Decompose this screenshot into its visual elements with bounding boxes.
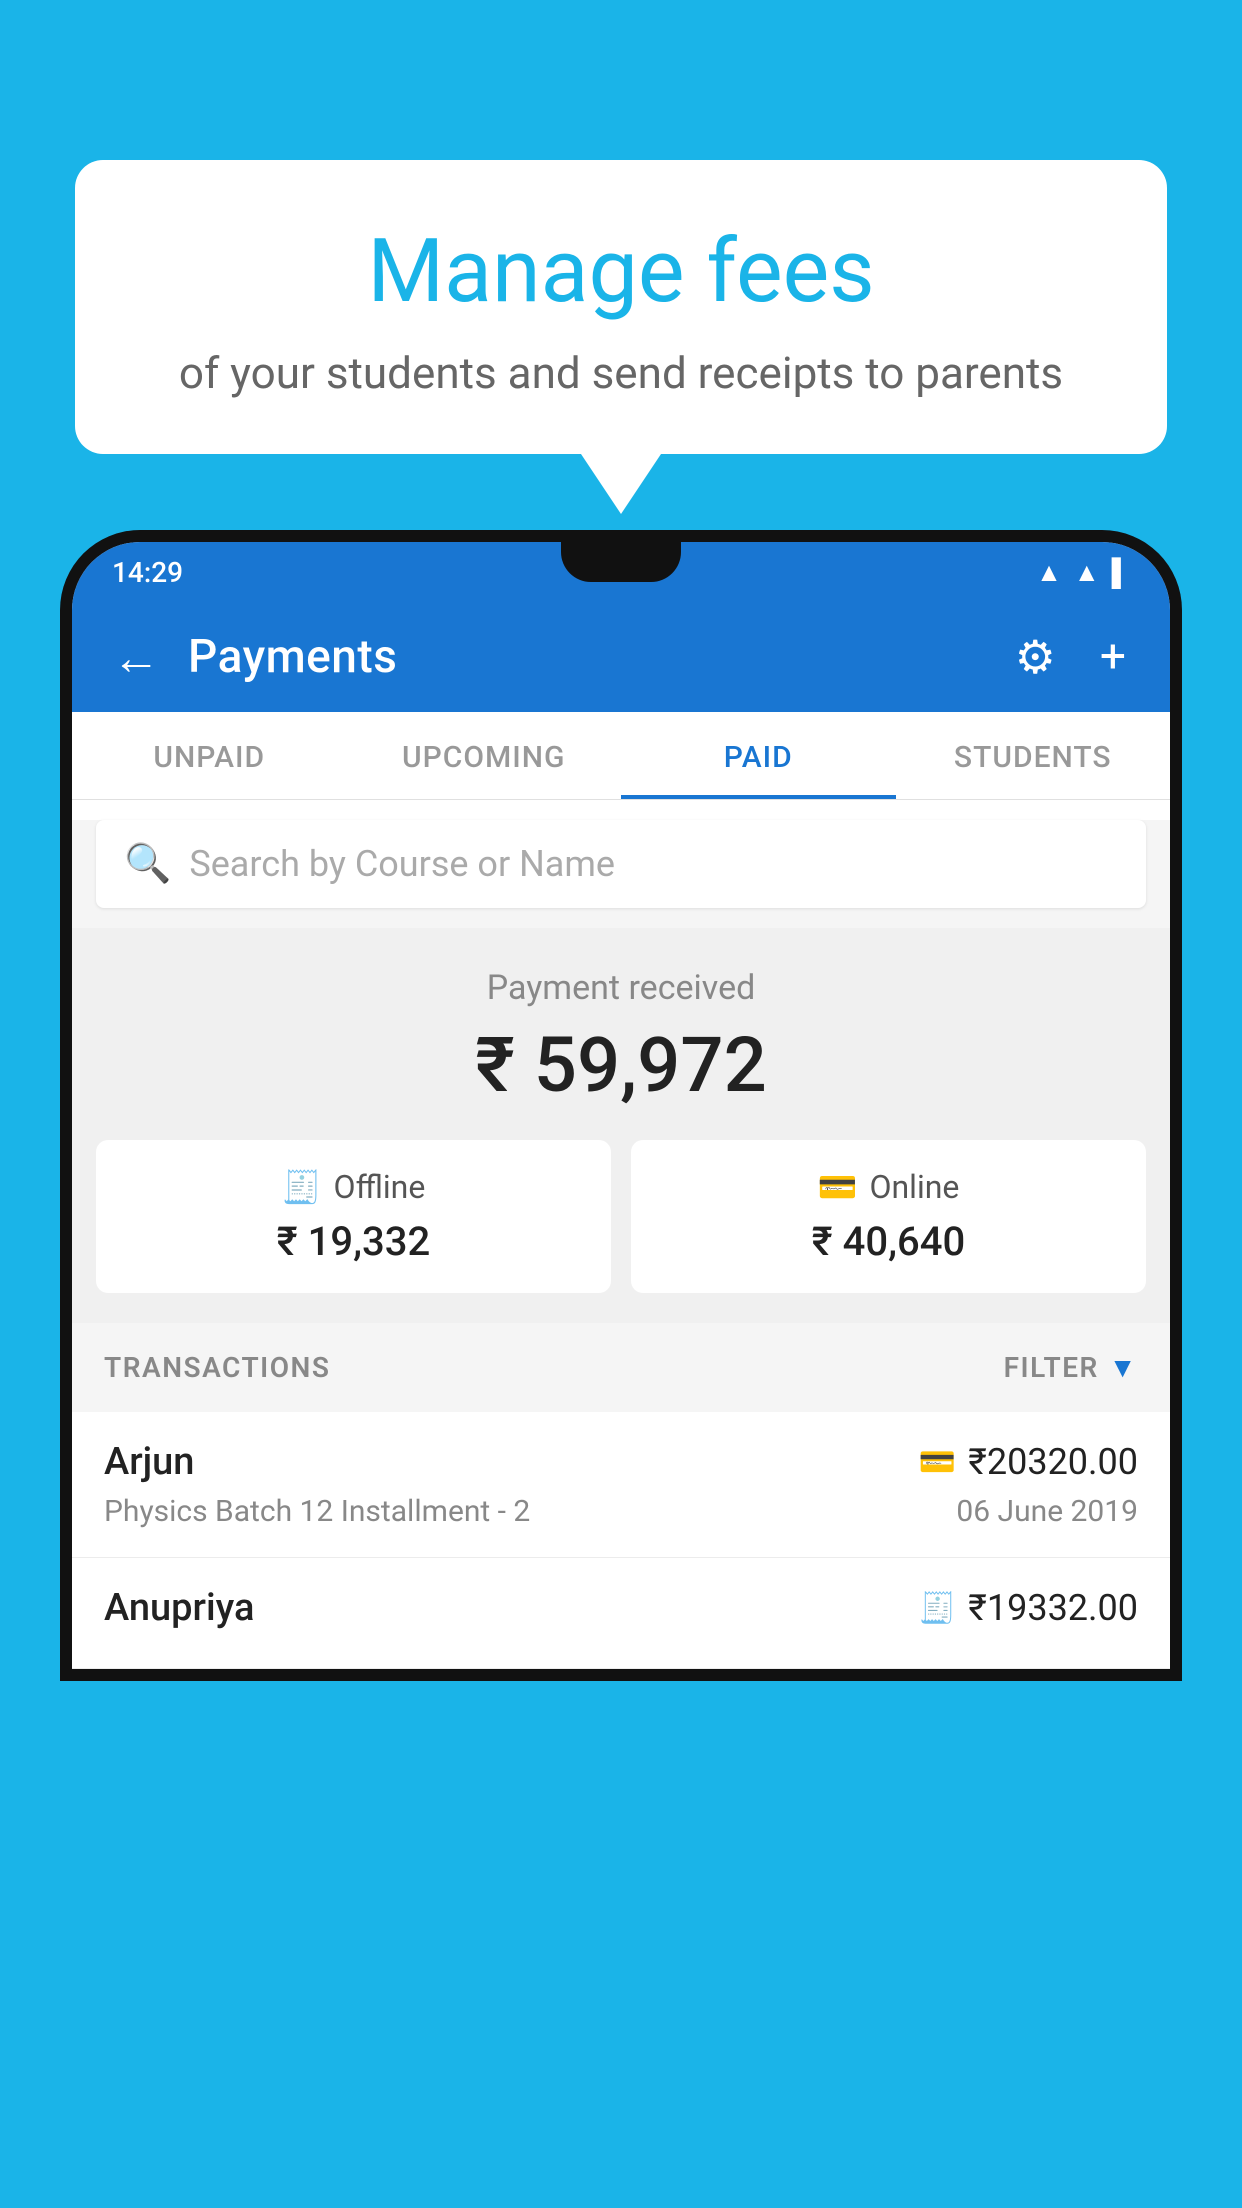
tab-paid[interactable]: PAID [621,712,896,799]
wifi-icon: ▲ [1036,557,1062,588]
search-placeholder-text: Search by Course or Name [189,843,615,885]
tab-unpaid[interactable]: UNPAID [72,712,347,799]
offline-icon: 🧾 [282,1168,322,1206]
online-label: Online [869,1168,959,1206]
transaction-bottom: Physics Batch 12 Installment - 2 06 June… [104,1494,1138,1529]
filter-button[interactable]: FILTER ▼ [1004,1351,1138,1384]
online-amount: ₹ 40,640 [655,1218,1122,1265]
payment-received-section: Payment received ₹ 59,972 🧾 Offline ₹ 19… [72,928,1170,1323]
payment-cards: 🧾 Offline ₹ 19,332 💳 Online ₹ 40,640 [96,1140,1146,1293]
offline-label: Offline [334,1168,426,1206]
online-payment-card: 💳 Online ₹ 40,640 [631,1140,1146,1293]
transaction-amount: ₹20320.00 [968,1441,1138,1483]
transaction-payment-icon: 💳 [919,1445,956,1480]
phone-container: 14:29 ▲ ▲ ▌ ← Payments ⚙ + UNPAID UPCOMI… [60,530,1182,2208]
speech-bubble-container: Manage fees of your students and send re… [75,160,1167,514]
signal-icon: ▲ [1074,557,1100,588]
back-button[interactable]: ← [104,621,168,694]
phone-screen: 14:29 ▲ ▲ ▌ ← Payments ⚙ + UNPAID UPCOMI… [72,542,1170,1669]
settings-button[interactable]: ⚙ [1003,622,1068,693]
tab-upcoming[interactable]: UPCOMING [347,712,622,799]
offline-card-header: 🧾 Offline [120,1168,587,1206]
notch [561,542,681,582]
transactions-header: TRANSACTIONS FILTER ▼ [72,1323,1170,1412]
filter-label: FILTER [1004,1351,1099,1384]
transaction-name: Anupriya [104,1586,254,1630]
tabs-container: UNPAID UPCOMING PAID STUDENTS [72,712,1170,800]
payment-received-label: Payment received [96,968,1146,1008]
status-icons: ▲ ▲ ▌ [1036,557,1130,588]
phone-outer: 14:29 ▲ ▲ ▌ ← Payments ⚙ + UNPAID UPCOMI… [60,530,1182,1681]
offline-payment-card: 🧾 Offline ₹ 19,332 [96,1140,611,1293]
transaction-name: Arjun [104,1440,194,1484]
filter-icon: ▼ [1109,1351,1138,1384]
transaction-amount-wrapper: 🧾 ₹19332.00 [919,1587,1138,1629]
transaction-date: 06 June 2019 [956,1494,1138,1529]
search-bar[interactable]: 🔍 Search by Course or Name [96,820,1146,908]
battery-icon: ▌ [1112,557,1130,588]
speech-bubble-tail [581,454,661,514]
status-time: 14:29 [112,556,183,589]
transaction-top: Anupriya 🧾 ₹19332.00 [104,1586,1138,1630]
transaction-row[interactable]: Arjun 💳 ₹20320.00 Physics Batch 12 Insta… [72,1412,1170,1558]
speech-bubble: Manage fees of your students and send re… [75,160,1167,454]
transaction-amount-wrapper: 💳 ₹20320.00 [919,1441,1138,1483]
transaction-row[interactable]: Anupriya 🧾 ₹19332.00 [72,1558,1170,1669]
content-area: 🔍 Search by Course or Name Payment recei… [72,820,1170,1669]
tab-students[interactable]: STUDENTS [896,712,1171,799]
status-bar: 14:29 ▲ ▲ ▌ [72,542,1170,602]
transaction-course: Physics Batch 12 Installment - 2 [104,1494,530,1529]
payment-total-amount: ₹ 59,972 [96,1020,1146,1110]
search-icon: 🔍 [124,842,171,886]
transaction-amount: ₹19332.00 [968,1587,1138,1629]
speech-bubble-title: Manage fees [155,220,1087,323]
transactions-label: TRANSACTIONS [104,1351,330,1384]
offline-amount: ₹ 19,332 [120,1218,587,1265]
app-bar: ← Payments ⚙ + [72,602,1170,712]
speech-bubble-subtitle: of your students and send receipts to pa… [155,347,1087,399]
online-icon: 💳 [818,1168,858,1206]
transaction-payment-icon: 🧾 [919,1591,956,1626]
online-card-header: 💳 Online [655,1168,1122,1206]
app-title: Payments [188,630,983,684]
transaction-top: Arjun 💳 ₹20320.00 [104,1440,1138,1484]
add-button[interactable]: + [1088,622,1138,692]
